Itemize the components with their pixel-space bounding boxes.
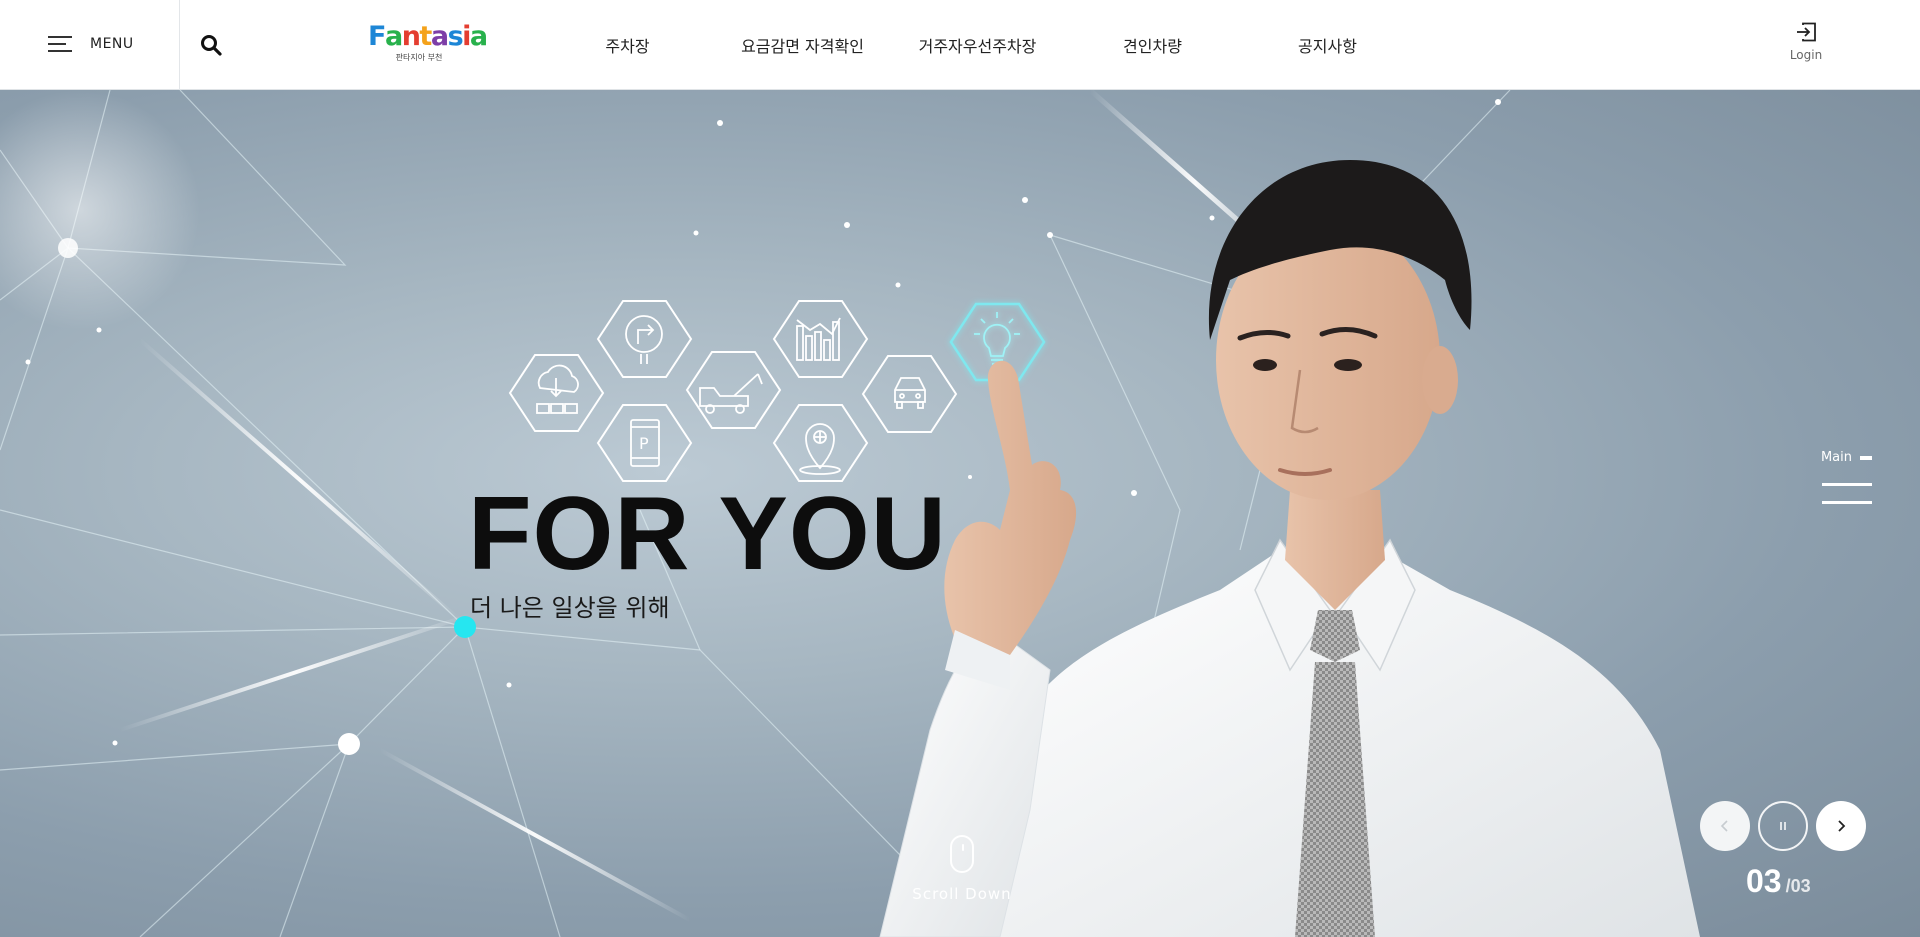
location-pin-icon	[799, 423, 841, 475]
hero-headline: FOR YOU	[468, 476, 947, 592]
site-logo[interactable]: Fantasia 판타지아 부천	[368, 21, 488, 68]
chevron-right-icon	[1838, 820, 1846, 832]
scroll-down-label: Scroll Down	[912, 885, 1012, 903]
search-icon	[201, 35, 222, 56]
svg-text:P: P	[639, 434, 649, 453]
pause-slide-button[interactable]	[1758, 801, 1808, 851]
slide-counter: 03/03	[1746, 863, 1811, 900]
slide-total: 03	[1790, 876, 1811, 896]
active-indicator	[1860, 455, 1872, 460]
prev-slide-button[interactable]	[1700, 801, 1750, 851]
cloud-download-icon	[536, 364, 579, 414]
hero-slider: P FOR YOU 더 나은 일상을 위해 Scroll Down Main 0…	[0, 90, 1920, 937]
hero-subline: 더 나은 일상을 위해	[470, 594, 670, 622]
scroll-down-button[interactable]: Scroll Down	[912, 835, 1012, 903]
turn-right-sign-icon	[625, 315, 663, 364]
section-nav-item-3[interactable]	[1822, 501, 1872, 504]
mouse-icon	[950, 835, 974, 873]
tow-truck-icon	[699, 373, 763, 414]
site-header: MENU Fantasia 판타지아 부천 주차장 요금감면 자격확인 거주자우…	[0, 0, 1920, 90]
pause-icon	[1780, 822, 1786, 830]
section-nav: Main	[1818, 450, 1872, 504]
slide-current: 03	[1746, 863, 1782, 899]
chevron-left-icon	[1720, 820, 1728, 832]
menu-label: MENU	[90, 36, 134, 52]
login-button[interactable]: Login	[1786, 22, 1826, 62]
login-icon	[1797, 22, 1816, 42]
nav-item-notices[interactable]: 공지사항	[1240, 33, 1415, 57]
businessman-image	[879, 160, 1700, 937]
nav-item-towed-vehicles[interactable]: 견인차량	[1065, 33, 1240, 57]
section-nav-main[interactable]: Main	[1818, 450, 1872, 465]
parking-phone-icon: P	[630, 419, 660, 467]
section-nav-item-2[interactable]	[1822, 483, 1872, 486]
login-label: Login	[1789, 48, 1823, 62]
header-divider	[179, 0, 180, 90]
bar-chart-icon	[796, 317, 841, 361]
menu-button[interactable]: MENU	[48, 30, 134, 58]
hamburger-icon	[48, 36, 72, 52]
next-slide-button[interactable]	[1816, 801, 1866, 851]
nav-item-resident-parking[interactable]: 거주자우선주차장	[890, 33, 1065, 57]
main-nav: 주차장 요금감면 자격확인 거주자우선주차장 견인차량 공지사항	[540, 0, 1415, 90]
logo-wordmark: Fantasia	[368, 21, 488, 52]
nav-item-fee-reduction[interactable]: 요금감면 자격확인	[715, 33, 890, 57]
section-nav-main-label: Main	[1820, 450, 1852, 465]
search-button[interactable]	[199, 33, 223, 57]
logo-subtitle: 판타지아 부천	[395, 53, 443, 62]
nav-item-parking[interactable]: 주차장	[540, 33, 715, 57]
